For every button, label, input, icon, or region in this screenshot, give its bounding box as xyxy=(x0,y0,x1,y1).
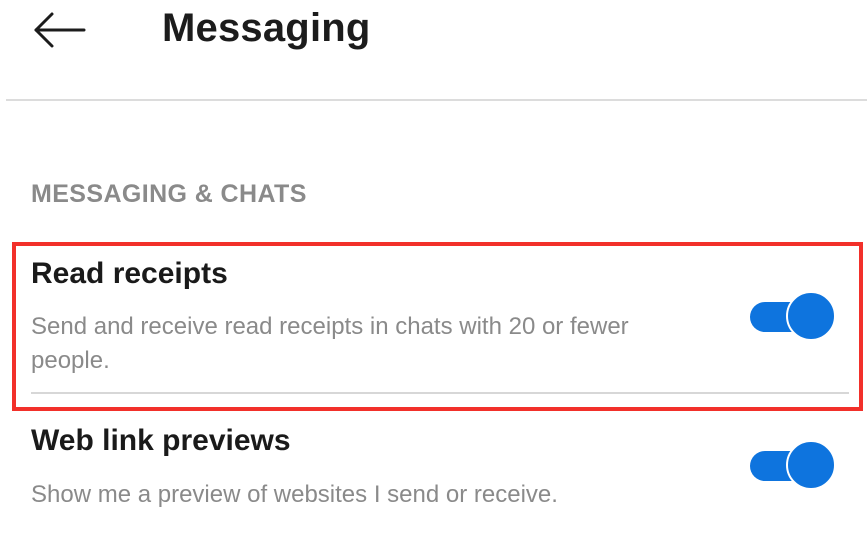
section-heading: MESSAGING & CHATS xyxy=(31,180,307,208)
setting-row-web-link-previews[interactable]: Web link previews Show me a preview of w… xyxy=(0,408,867,536)
setting-title: Read receipts xyxy=(31,257,228,290)
page-title: Messaging xyxy=(162,6,371,50)
row-divider xyxy=(31,392,849,394)
web-link-previews-toggle[interactable] xyxy=(750,440,838,492)
read-receipts-toggle[interactable] xyxy=(750,291,838,343)
setting-description: Send and receive read receipts in chats … xyxy=(31,313,629,374)
setting-row-read-receipts[interactable]: Read receipts Send and receive read rece… xyxy=(0,243,867,408)
header-divider xyxy=(6,99,867,101)
back-button[interactable] xyxy=(26,8,94,52)
messaging-settings-screen: Messaging MESSAGING & CHATS Read receipt… xyxy=(0,0,867,536)
toggle-knob xyxy=(786,440,836,490)
setting-description: Show me a preview of websites I send or … xyxy=(31,481,558,508)
arrow-left-icon xyxy=(26,8,94,52)
app-header: Messaging xyxy=(0,0,867,102)
setting-title: Web link previews xyxy=(31,424,291,457)
toggle-knob xyxy=(786,291,836,341)
